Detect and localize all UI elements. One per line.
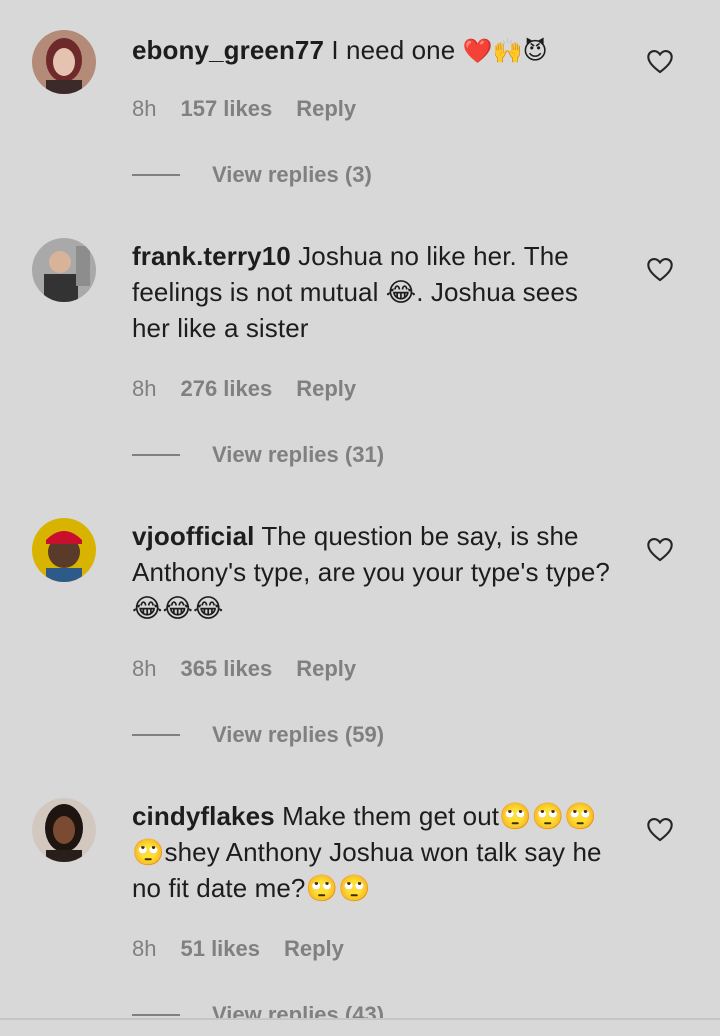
comment-likes[interactable]: 157 likes [180, 96, 272, 122]
divider [132, 454, 180, 456]
comment-meta: 8h 51 likes Reply [132, 936, 344, 962]
reply-button[interactable]: Reply [296, 656, 356, 682]
comment-username[interactable]: vjoofficial [132, 521, 254, 551]
like-heart-icon[interactable] [646, 256, 674, 282]
bottom-bar [0, 1018, 720, 1036]
view-replies-label: View replies (3) [212, 162, 372, 187]
comment-text: vjoofficial The question be say, is she … [132, 518, 622, 626]
view-replies-label: View replies (59) [212, 722, 385, 747]
comment-meta: 8h 365 likes Reply [132, 656, 356, 682]
comment-likes[interactable]: 365 likes [180, 656, 272, 682]
comment-text: frank.terry10 Joshua no like her. The fe… [132, 238, 622, 346]
comment-likes[interactable]: 51 likes [180, 936, 260, 962]
divider [132, 174, 180, 176]
divider [132, 734, 180, 736]
comment-emojis: ❤️🙌😈 [462, 37, 548, 65]
comment-likes[interactable]: 276 likes [180, 376, 272, 402]
avatar[interactable] [32, 798, 96, 862]
reply-button[interactable]: Reply [296, 96, 356, 122]
comment-time: 8h [132, 96, 157, 121]
comment-username[interactable]: ebony_green77 [132, 35, 324, 65]
view-replies-button[interactable]: View replies (59) [132, 722, 384, 748]
comment-text: cindyflakes Make them get out🙄🙄🙄🙄shey An… [132, 798, 622, 906]
view-replies-button[interactable]: View replies (31) [132, 442, 384, 468]
view-replies-button[interactable]: View replies (3) [132, 162, 372, 188]
comment-text: ebony_green77 I need one ❤️🙌😈 [132, 32, 622, 69]
comment-time: 8h [132, 936, 157, 961]
comment-message: I need one [331, 35, 456, 65]
avatar[interactable] [32, 518, 96, 582]
reply-button[interactable]: Reply [284, 936, 344, 962]
comment-username[interactable]: cindyflakes [132, 801, 275, 831]
like-heart-icon[interactable] [646, 816, 674, 842]
divider [132, 1014, 180, 1016]
comment-meta: 8h 157 likes Reply [132, 96, 356, 122]
avatar[interactable] [32, 30, 96, 94]
like-heart-icon[interactable] [646, 536, 674, 562]
comment-time: 8h [132, 656, 157, 681]
avatar[interactable] [32, 238, 96, 302]
comment-meta: 8h 276 likes Reply [132, 376, 356, 402]
comment-time: 8h [132, 376, 157, 401]
reply-button[interactable]: Reply [296, 376, 356, 402]
comment-username[interactable]: frank.terry10 [132, 241, 291, 271]
like-heart-icon[interactable] [646, 48, 674, 74]
view-replies-label: View replies (31) [212, 442, 385, 467]
